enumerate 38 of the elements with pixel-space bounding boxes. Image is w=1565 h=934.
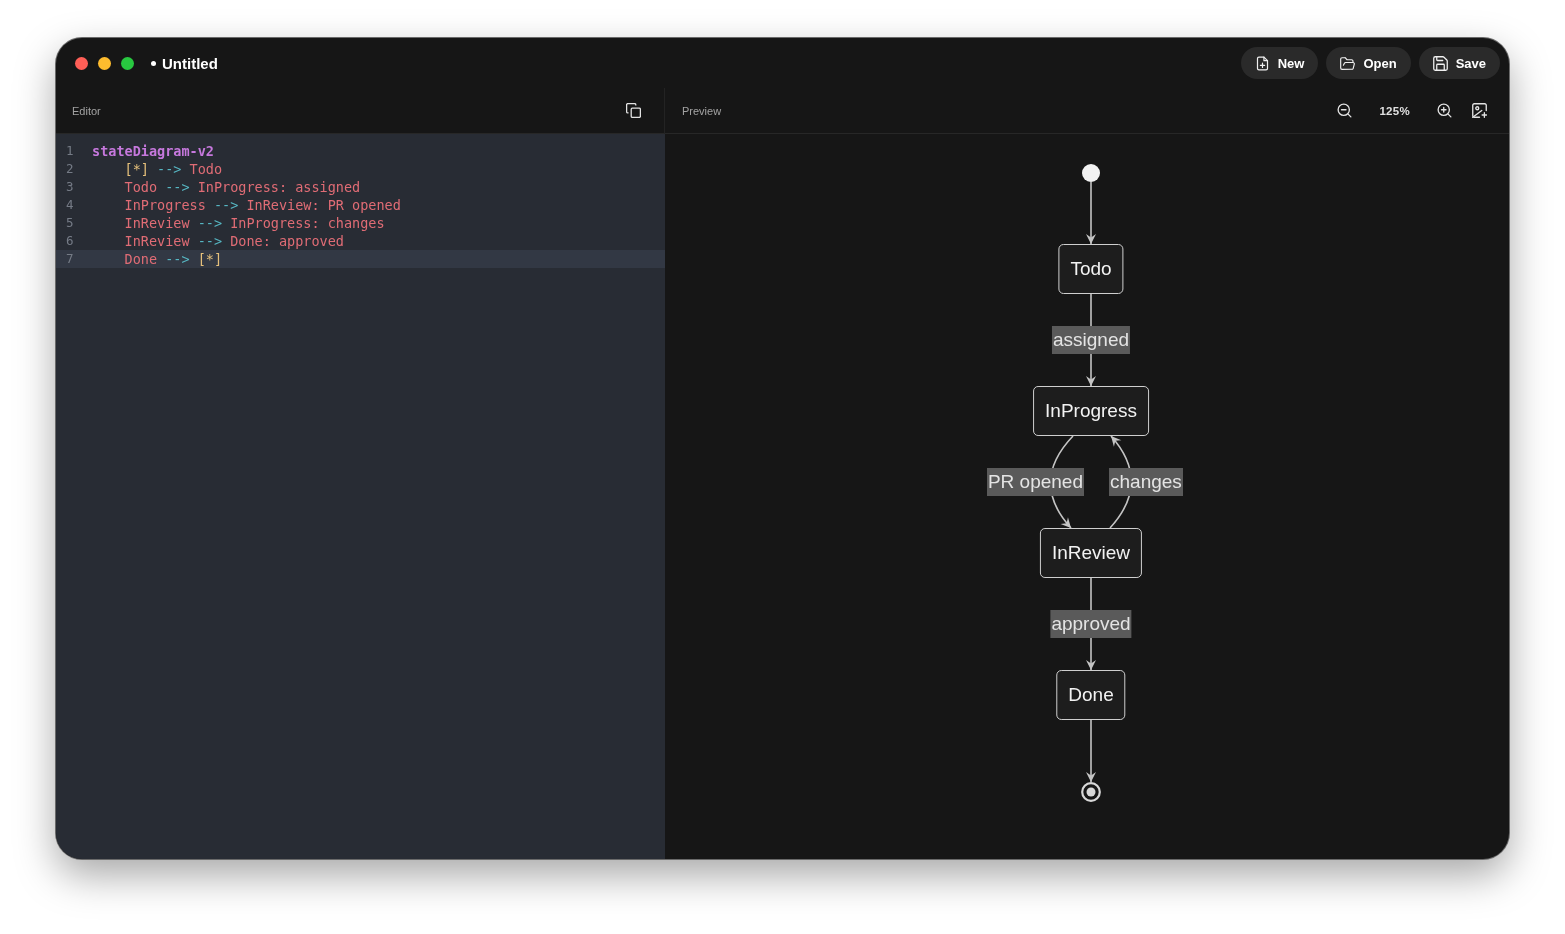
code-line: [*] --> Todo bbox=[124, 160, 223, 178]
state-node: Todo bbox=[1058, 244, 1124, 294]
window-control-button[interactable] bbox=[75, 56, 88, 70]
zoom-out-icon[interactable] bbox=[1337, 103, 1353, 118]
line-number: 5 bbox=[66, 214, 74, 232]
code-line: stateDiagram-v2 bbox=[92, 142, 214, 160]
zoom-in-icon[interactable] bbox=[1437, 103, 1452, 118]
window-control-button[interactable] bbox=[121, 56, 134, 70]
line-number: 4 bbox=[66, 196, 74, 214]
open-file-button[interactable]: Open bbox=[1326, 47, 1411, 79]
line-number: 2 bbox=[66, 160, 74, 178]
line-number: 1 bbox=[66, 142, 74, 160]
line-number: 7 bbox=[66, 250, 74, 268]
panel-title: Preview bbox=[682, 104, 722, 117]
window-title: Untitled bbox=[162, 54, 218, 72]
state-node: InReview bbox=[1039, 528, 1143, 578]
folder-icon bbox=[1340, 55, 1356, 71]
state-node: Done bbox=[1056, 670, 1126, 720]
image-plus-icon[interactable] bbox=[1472, 103, 1487, 118]
code-line: InReview --> Done: approved bbox=[124, 232, 344, 250]
line-number: 3 bbox=[66, 178, 74, 196]
transition-label: changes bbox=[1109, 468, 1183, 496]
code-line: InProgress --> InReview: PR opened bbox=[124, 196, 401, 214]
save-button[interactable]: Save bbox=[1418, 47, 1500, 79]
code-line: Todo --> InProgress: assigned bbox=[124, 178, 361, 196]
window-control-button[interactable] bbox=[98, 56, 111, 70]
transition-label: approved bbox=[1050, 610, 1132, 638]
transition-label: assigned bbox=[1051, 326, 1131, 354]
panel-title: Editor bbox=[72, 104, 101, 117]
state-node: InProgress bbox=[1033, 386, 1149, 436]
code-line: InReview --> InProgress: changes bbox=[124, 214, 385, 232]
transition-label: PR opened bbox=[986, 468, 1084, 496]
line-number: 6 bbox=[66, 232, 74, 250]
new-file-button[interactable]: New bbox=[1240, 47, 1319, 79]
zoom-level: 125% bbox=[1379, 104, 1410, 117]
code-line: Done --> [*] bbox=[124, 250, 223, 268]
copy-icon[interactable] bbox=[626, 103, 641, 118]
file-plus-icon bbox=[1254, 55, 1270, 71]
